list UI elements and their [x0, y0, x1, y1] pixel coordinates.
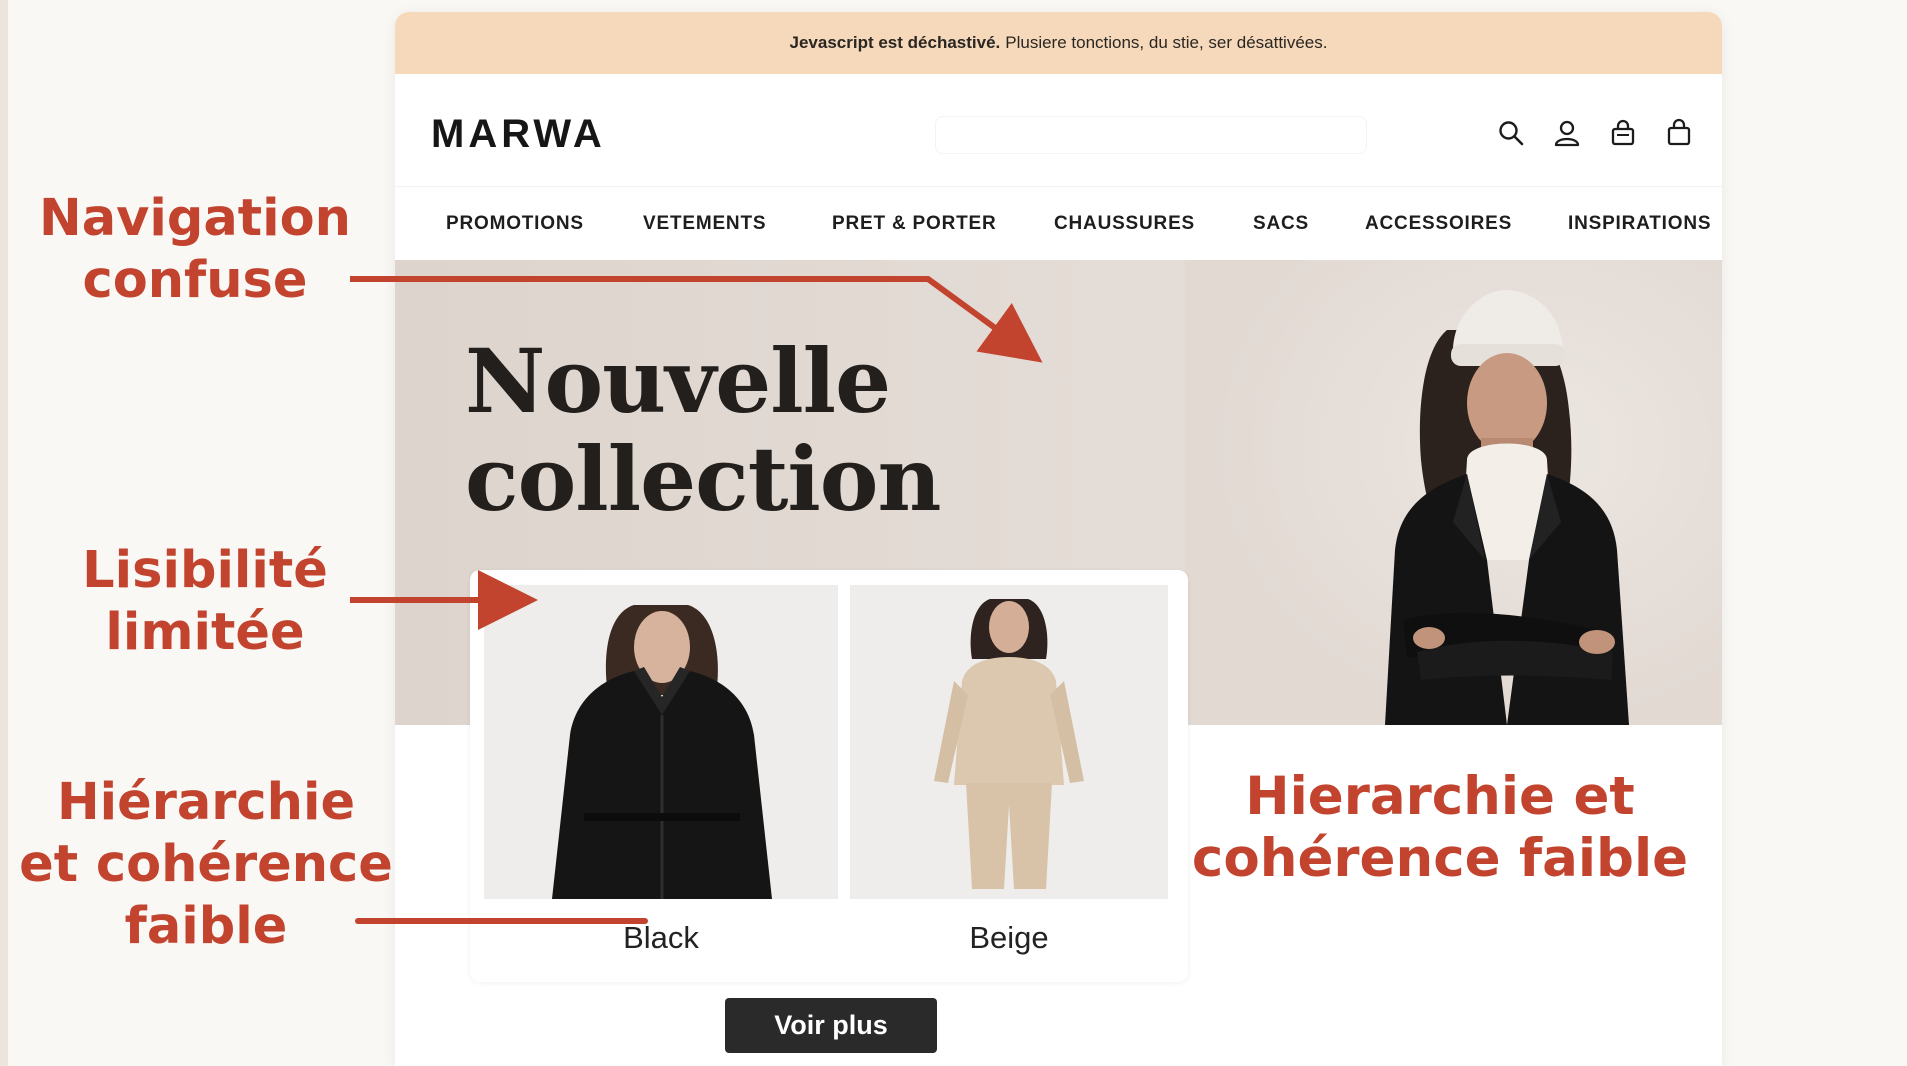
annotation-hierarchy-left-line-3: faible	[124, 897, 288, 956]
hero-model-image	[1185, 260, 1722, 725]
nav-item-pret-porter[interactable]: PRET & PORTER	[832, 213, 997, 235]
header-icons	[1470, 118, 1694, 148]
site-header: MARWA	[395, 74, 1722, 186]
annotation-hierarchy-right-line-2: cohérence faible	[1191, 828, 1689, 889]
banner-text: Plusiere tonctions, du stie, ser désatti…	[1005, 33, 1328, 52]
bag-icon[interactable]	[1608, 118, 1638, 148]
annotation-hierarchy-left-line-1: Hiérarchie	[56, 773, 356, 832]
user-icon[interactable]	[1552, 118, 1582, 148]
annotation-hierarchy-right: Hierarchie et cohérence faible	[1190, 766, 1690, 890]
black-jacket-image	[484, 585, 838, 899]
annotation-navigation-line-1: Navigation	[39, 189, 351, 248]
nav-item-accessoires[interactable]: ACCESSOIRES	[1365, 213, 1512, 235]
product-label-beige[interactable]: Beige	[850, 920, 1168, 956]
main-navigation: PROMOTIONS VETEMENTS PRET & PORTER CHAUS…	[395, 186, 1722, 261]
javascript-disabled-banner: Jevascript est déchastivé. Plusiere tonc…	[395, 12, 1722, 74]
nav-item-chaussures[interactable]: CHAUSSURES	[1054, 213, 1195, 235]
annotation-hierarchy-right-line-1: Hierarchie et	[1245, 766, 1635, 827]
product-label-black[interactable]: Black	[484, 920, 838, 956]
site-window: Jevascript est déchastivé. Plusiere tonc…	[395, 12, 1722, 1066]
hero-title-line-1: Nouvelle	[465, 329, 891, 433]
nav-item-promotions[interactable]: PROMOTIONS	[446, 213, 584, 235]
annotation-hierarchy-left: Hiérarchie et cohérence faible	[10, 772, 402, 958]
hero-title: Nouvelle collection	[465, 329, 941, 531]
beige-knit-image	[850, 585, 1168, 899]
annotation-legibility-line-2: limitée	[105, 603, 305, 662]
annotation-navigation: Navigation confuse	[20, 188, 370, 312]
hero-title-line-2: collection	[465, 427, 941, 531]
search-icon[interactable]	[1496, 118, 1526, 148]
nav-item-vetements[interactable]: VETEMENTS	[643, 213, 766, 235]
annotation-legibility: Lisibilité limitée	[30, 540, 380, 664]
annotation-navigation-line-2: confuse	[82, 251, 308, 310]
product-panel: Black Beige	[470, 570, 1188, 982]
banner-strong-text: Jevascript est déchastivé.	[789, 33, 1001, 52]
page-left-edge	[0, 0, 8, 1066]
see-more-button[interactable]: Voir plus	[725, 998, 937, 1053]
annotation-legibility-line-1: Lisibilité	[82, 541, 328, 600]
nav-item-sacs[interactable]: SACS	[1253, 213, 1309, 235]
annotation-hierarchy-left-line-2: et cohérence	[19, 835, 393, 894]
product-image-black[interactable]	[484, 585, 838, 899]
brand-logo[interactable]: MARWA	[431, 112, 606, 157]
product-image-beige[interactable]	[850, 585, 1168, 899]
nav-item-inspirations[interactable]: INSPIRATIONS	[1568, 213, 1711, 235]
cart-icon[interactable]	[1664, 118, 1694, 148]
search-input[interactable]	[935, 116, 1367, 154]
